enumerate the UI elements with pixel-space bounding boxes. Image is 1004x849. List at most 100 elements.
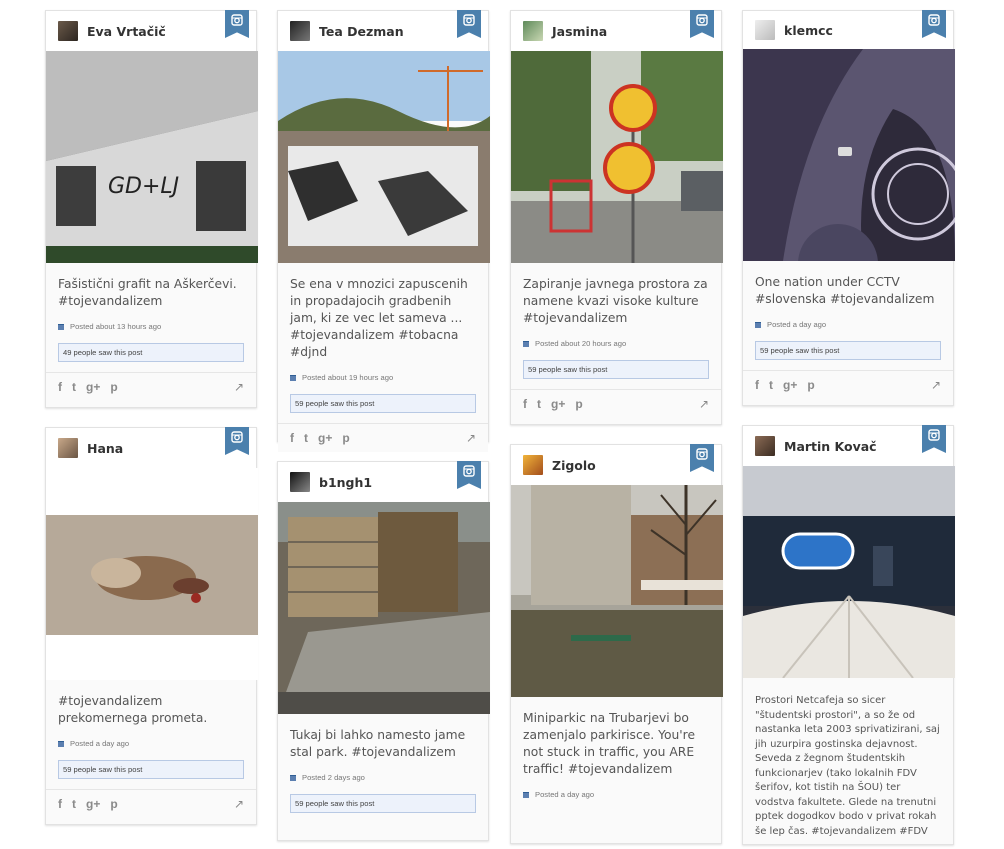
posted-time: Posted a day ago bbox=[523, 790, 709, 799]
post-card: Zigolo Miniparkic na Trubarjevi bo zamen… bbox=[510, 444, 723, 844]
calendar-icon bbox=[290, 774, 296, 781]
post-card: Eva Vrtačič GD+LJ Fašistični grafit na A… bbox=[45, 10, 258, 408]
post-photo[interactable] bbox=[511, 485, 723, 697]
author-name[interactable]: Tea Dezman bbox=[319, 24, 404, 39]
share-bar: f t g+ p ↗ bbox=[46, 372, 256, 401]
author-name[interactable]: Hana bbox=[87, 441, 123, 456]
twitter-icon[interactable]: t bbox=[304, 431, 308, 445]
calendar-icon bbox=[755, 321, 761, 328]
card-header: Hana bbox=[46, 427, 256, 468]
post-card: b1ngh1 Tukaj bi lahko namesto jame stal … bbox=[277, 461, 490, 841]
avatar[interactable] bbox=[58, 438, 78, 458]
card-header: b1ngh1 bbox=[278, 461, 488, 502]
author-name[interactable]: Jasmina bbox=[552, 24, 607, 39]
avatar[interactable] bbox=[523, 455, 543, 475]
external-link-icon[interactable]: ↗ bbox=[234, 797, 244, 811]
view-count: 59 people saw this post bbox=[290, 394, 476, 413]
post-photo[interactable] bbox=[511, 51, 723, 263]
post-card: Tea Dezman Se ena v mnozici zapuscenih i… bbox=[277, 10, 490, 452]
avatar[interactable] bbox=[290, 21, 310, 41]
post-photo[interactable] bbox=[278, 502, 490, 714]
calendar-icon bbox=[58, 740, 64, 747]
external-link-icon[interactable]: ↗ bbox=[234, 380, 244, 394]
post-photo[interactable] bbox=[743, 466, 955, 678]
google-plus-icon[interactable]: g+ bbox=[86, 797, 100, 811]
instagram-icon[interactable] bbox=[457, 10, 481, 38]
external-link-icon[interactable]: ↗ bbox=[466, 431, 476, 445]
instagram-icon[interactable] bbox=[922, 425, 946, 453]
instagram-icon[interactable] bbox=[225, 427, 249, 455]
card-header: Tea Dezman bbox=[278, 10, 488, 51]
pinterest-icon[interactable]: p bbox=[110, 380, 117, 394]
google-plus-icon[interactable]: g+ bbox=[86, 380, 100, 394]
post-caption: One nation under CCTV #slovenska #tojeva… bbox=[755, 275, 935, 306]
card-body: Prostori Netcafeja so sicer "študentski … bbox=[743, 678, 953, 849]
facebook-icon[interactable]: f bbox=[523, 397, 527, 411]
external-link-icon[interactable]: ↗ bbox=[931, 378, 941, 392]
post-caption: Prostori Netcafeja so sicer "študentski … bbox=[755, 695, 940, 837]
avatar[interactable] bbox=[755, 20, 775, 40]
share-bar: f t g+ p ↗ bbox=[743, 370, 953, 399]
posted-text: Posted about 19 hours ago bbox=[302, 373, 394, 382]
post-photo[interactable] bbox=[743, 49, 955, 261]
posted-time: Posted a day ago bbox=[58, 739, 244, 748]
instagram-icon[interactable] bbox=[690, 10, 714, 38]
avatar[interactable] bbox=[290, 472, 310, 492]
external-link-icon[interactable]: ↗ bbox=[699, 397, 709, 411]
posted-text: Posted a day ago bbox=[70, 739, 130, 748]
avatar[interactable] bbox=[755, 436, 775, 456]
facebook-icon[interactable]: f bbox=[755, 378, 759, 392]
card-header: klemcc bbox=[743, 10, 953, 49]
twitter-icon[interactable]: t bbox=[769, 378, 773, 392]
svg-text:GD+LJ: GD+LJ bbox=[108, 174, 179, 199]
pinterest-icon[interactable]: p bbox=[575, 397, 582, 411]
view-count: 59 people saw this post bbox=[755, 341, 941, 360]
post-photo[interactable] bbox=[46, 468, 258, 680]
twitter-icon[interactable]: t bbox=[72, 797, 76, 811]
author-name[interactable]: b1ngh1 bbox=[319, 475, 372, 490]
card-body: One nation under CCTV #slovenska #tojeva… bbox=[743, 261, 953, 370]
instagram-icon[interactable] bbox=[922, 10, 946, 38]
instagram-icon[interactable] bbox=[690, 444, 714, 472]
facebook-icon[interactable]: f bbox=[290, 431, 294, 445]
posted-text: Posted a day ago bbox=[535, 790, 595, 799]
card-body: Miniparkic na Trubarjevi bo zamenjalo pa… bbox=[511, 697, 721, 809]
post-photo[interactable]: GD+LJ bbox=[46, 51, 258, 263]
calendar-icon bbox=[290, 374, 296, 381]
google-plus-icon[interactable]: g+ bbox=[783, 378, 797, 392]
instagram-icon[interactable] bbox=[457, 461, 481, 489]
google-plus-icon[interactable]: g+ bbox=[318, 431, 332, 445]
pinterest-icon[interactable]: p bbox=[342, 431, 349, 445]
card-body: Se ena v mnozici zapuscenih in propadajo… bbox=[278, 263, 488, 423]
author-name[interactable]: Eva Vrtačič bbox=[87, 24, 166, 39]
view-count: 59 people saw this post bbox=[523, 360, 709, 379]
posted-time: Posted about 20 hours ago bbox=[523, 339, 709, 348]
pinterest-icon[interactable]: p bbox=[110, 797, 117, 811]
google-plus-icon[interactable]: g+ bbox=[551, 397, 565, 411]
card-body: Zapiranje javnega prostora za namene kva… bbox=[511, 263, 721, 389]
avatar[interactable] bbox=[58, 21, 78, 41]
post-photo[interactable] bbox=[278, 51, 490, 263]
view-count: 59 people saw this post bbox=[290, 794, 476, 813]
pinterest-icon[interactable]: p bbox=[807, 378, 814, 392]
twitter-icon[interactable]: t bbox=[72, 380, 76, 394]
view-count: 59 people saw this post bbox=[58, 760, 244, 779]
share-bar: f t g+ p ↗ bbox=[511, 389, 721, 418]
instagram-icon[interactable] bbox=[225, 10, 249, 38]
posted-text: Posted 2 days ago bbox=[302, 773, 365, 782]
facebook-icon[interactable]: f bbox=[58, 797, 62, 811]
author-name[interactable]: klemcc bbox=[784, 23, 833, 38]
card-header: Martin Kovač bbox=[743, 425, 953, 466]
card-header: Jasmina bbox=[511, 10, 721, 51]
post-caption: Fašistični grafit na Aškerčevi. #tojevan… bbox=[58, 277, 237, 308]
avatar[interactable] bbox=[523, 21, 543, 41]
calendar-icon bbox=[58, 323, 64, 330]
post-card: klemcc One nation under CCTV #slovenska … bbox=[742, 10, 955, 406]
facebook-icon[interactable]: f bbox=[58, 380, 62, 394]
posted-time: Posted a day ago bbox=[755, 320, 941, 329]
twitter-icon[interactable]: t bbox=[537, 397, 541, 411]
calendar-icon bbox=[523, 340, 529, 347]
author-name[interactable]: Zigolo bbox=[552, 458, 596, 473]
author-name[interactable]: Martin Kovač bbox=[784, 439, 877, 454]
posted-text: Posted about 20 hours ago bbox=[535, 339, 627, 348]
